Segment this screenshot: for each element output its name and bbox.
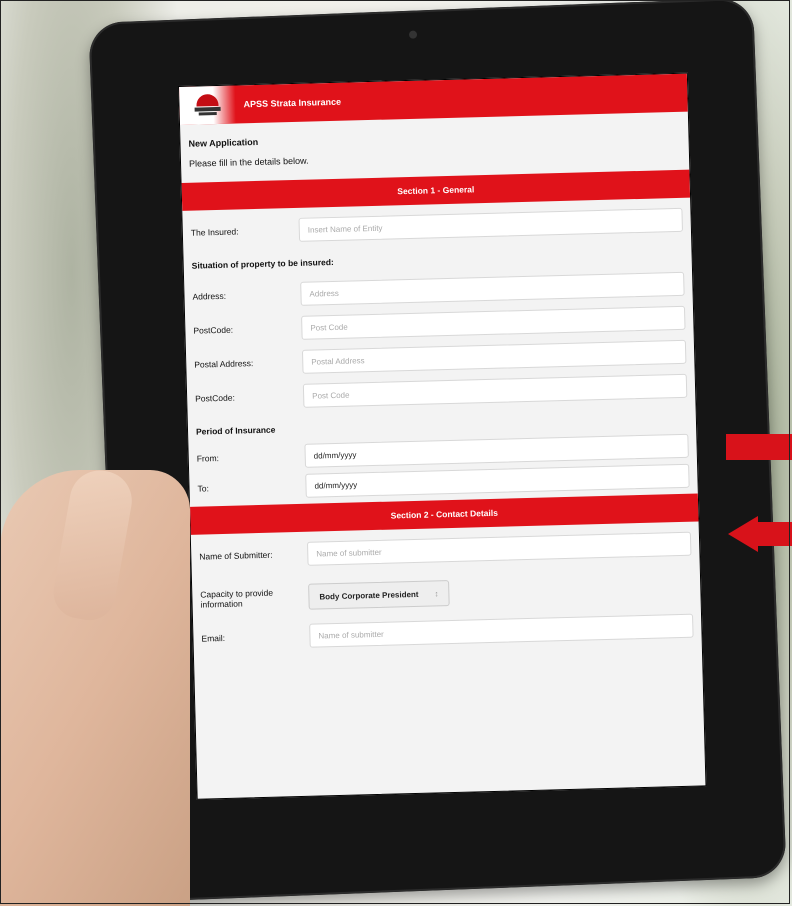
- email-label: Email:: [201, 632, 226, 644]
- postcode-label: PostCode:: [193, 324, 234, 336]
- tablet-screen: APSS Strata Insurance New Application Pl…: [178, 72, 707, 800]
- tablet-camera: [408, 30, 418, 39]
- address-input[interactable]: Address: [300, 271, 685, 306]
- to-label: To:: [197, 483, 210, 494]
- section-1-header: Section 1 - General: [181, 169, 691, 211]
- address-row: Address: Address: [184, 271, 692, 309]
- address-label: Address:: [192, 290, 227, 302]
- from-date-input[interactable]: dd/mm/yyyy: [304, 433, 689, 468]
- section-2-header: Section 2 - Contact Details: [190, 493, 699, 535]
- from-label: From:: [196, 453, 220, 464]
- app-logo[interactable]: [179, 85, 237, 125]
- capacity-value: Body Corporate President: [319, 589, 419, 601]
- postcode-row: PostCode: Post Code: [185, 305, 693, 343]
- postcode2-label: PostCode:: [195, 392, 236, 404]
- app-title: APSS Strata Insurance: [243, 96, 342, 110]
- to-date-input[interactable]: dd/mm/yyyy: [305, 463, 690, 498]
- red-marker-bar: [726, 434, 792, 460]
- building-logo-icon: [194, 93, 221, 117]
- email-row: Email: Name of submitter: [193, 613, 701, 650]
- page-subtitle: Please fill in the details below.: [188, 155, 309, 169]
- submitter-row: Name of Submitter: Name of submitter: [191, 531, 699, 569]
- postcode-input[interactable]: Post Code: [301, 305, 686, 340]
- submitter-label: Name of Submitter:: [199, 549, 273, 562]
- red-arrow-head-icon: [728, 516, 758, 552]
- submitter-input[interactable]: Name of submitter: [306, 531, 692, 566]
- capacity-label: Capacity to provide information: [200, 587, 274, 610]
- email-input[interactable]: Name of submitter: [309, 613, 694, 648]
- chevron-down-icon: ↕: [434, 588, 439, 598]
- insured-label: The Insured:: [190, 226, 239, 238]
- postal-address-label: Postal Address:: [194, 358, 254, 370]
- red-arrow-body: [758, 522, 792, 546]
- capacity-select[interactable]: Body Corporate President ↕: [308, 580, 450, 610]
- capacity-row: Capacity to provide information Body Cor…: [192, 574, 701, 613]
- page-title: New Application: [188, 136, 259, 149]
- postal-address-input[interactable]: Postal Address: [301, 339, 687, 374]
- postal-address-row: Postal Address: Postal Address: [186, 339, 694, 377]
